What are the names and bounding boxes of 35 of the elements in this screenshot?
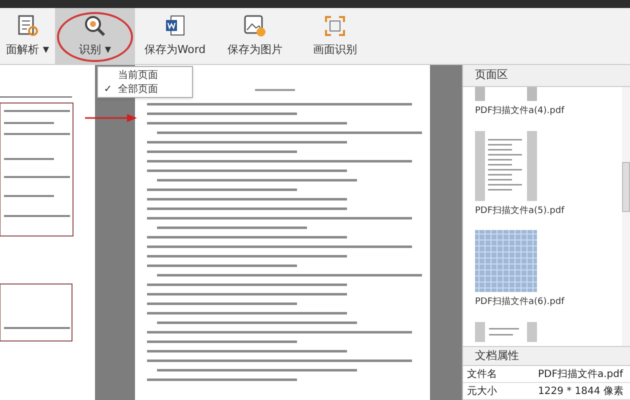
toolbar-button[interactable]: 面解析 ▼ (0, 8, 55, 64)
toolbar-button[interactable]: 识别 ▼ (55, 8, 135, 64)
frame-icon (323, 14, 347, 38)
menu-item[interactable]: ✓ 全部页面 (98, 82, 192, 96)
property-value: 1229 * 1844 像素 (538, 384, 624, 398)
menu-item-label: 全部页面 (118, 82, 158, 96)
thumbnail-label[interactable]: PDF扫描文件a(4).pdf (475, 105, 564, 118)
property-value: PDF扫描文件a.pdf (538, 368, 624, 382)
menu-item-label: 当前页面 (118, 68, 158, 82)
word-document-icon (163, 14, 187, 38)
search-icon (83, 14, 107, 38)
panel-header: 页面区 (463, 65, 630, 87)
document-icon (16, 14, 38, 38)
scrollbar[interactable] (622, 87, 630, 346)
button-label: 保存为Word (144, 42, 206, 58)
page-thumbnail[interactable] (475, 87, 537, 101)
toolbar-button[interactable]: 保存为图片 (215, 8, 295, 64)
button-label: 保存为图片 (228, 42, 282, 58)
image-icon (243, 14, 267, 38)
checkmark: ✓ (104, 82, 112, 96)
button-label: 面解析 (6, 42, 39, 58)
properties-header: 文档属性 (463, 346, 630, 366)
property-name: 元大小 (466, 384, 498, 398)
arrow-annotation (85, 113, 137, 123)
thumbnail-label[interactable]: PDF扫描文件a(5).pdf (475, 204, 564, 218)
toolbar-button[interactable]: 保存为Word (135, 8, 215, 64)
property-name: 文件名 (466, 368, 498, 382)
page-thumbnail[interactable] (475, 230, 537, 292)
thumbnail-label[interactable]: PDF扫描文件a(6).pdf (475, 296, 564, 310)
menu-item[interactable]: 当前页面 (98, 68, 192, 82)
dropdown-caret: ▼ (104, 44, 112, 56)
toolbar-button[interactable]: 画面识别 (295, 8, 375, 64)
dropdown-caret: ▼ (42, 44, 50, 56)
button-label: 画面识别 (313, 42, 357, 58)
button-label: 识别 (78, 42, 101, 58)
